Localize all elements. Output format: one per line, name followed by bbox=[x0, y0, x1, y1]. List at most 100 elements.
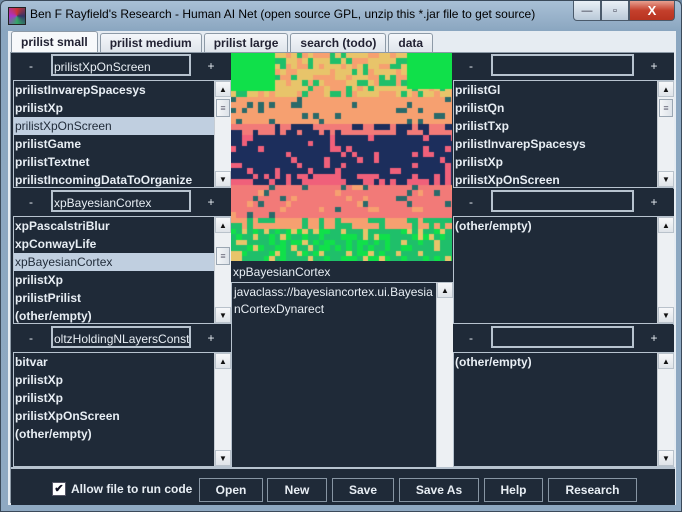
prilist-name-field[interactable]: prilistXpOnScreen bbox=[51, 54, 191, 76]
list-item[interactable]: prilistXpOnScreen bbox=[14, 117, 214, 135]
add-button[interactable]: + bbox=[636, 326, 672, 350]
list-item[interactable]: (other/empty) bbox=[454, 217, 657, 235]
add-button[interactable]: + bbox=[193, 326, 229, 350]
client-area: prilist small prilist medium prilist lar… bbox=[8, 31, 676, 505]
list-scrollbar[interactable]: ▲ ▼ bbox=[657, 217, 674, 323]
list-item[interactable]: prilistInvarepSpacesys bbox=[14, 81, 214, 99]
scroll-down-icon[interactable]: ▼ bbox=[215, 171, 231, 187]
list-scrollbar[interactable]: ▲ ≡ ▼ bbox=[214, 217, 231, 323]
tab-prilist-small[interactable]: prilist small bbox=[11, 31, 98, 52]
list-item[interactable]: prilistXp bbox=[14, 389, 214, 407]
prilist-list[interactable]: xpPascalstriBlur xpConwayLife xpBayesianCo… bbox=[13, 216, 231, 324]
prilist-list[interactable]: bitvar prilistXp prilistXp prilistXpOnScree… bbox=[13, 352, 231, 467]
list-item[interactable]: prilistQn bbox=[454, 99, 657, 117]
help-button[interactable]: Help bbox=[484, 478, 543, 502]
scroll-up-icon[interactable]: ▲ bbox=[658, 353, 674, 369]
prilist-name-field[interactable] bbox=[491, 190, 634, 212]
list-item[interactable]: prilistXpOnScreen bbox=[14, 407, 214, 425]
allow-run-code-checkbox[interactable]: ✔ bbox=[52, 482, 66, 496]
scroll-up-icon[interactable]: ▲ bbox=[658, 217, 674, 233]
remove-button[interactable]: - bbox=[453, 326, 489, 350]
list-item[interactable]: xpPascalstriBlur bbox=[14, 217, 214, 235]
app-window: Ben F Rayfield's Research - Human AI Net… bbox=[0, 0, 682, 512]
scroll-down-icon[interactable]: ▼ bbox=[658, 307, 674, 323]
bayesian-cortex-visualization[interactable] bbox=[231, 53, 452, 261]
prilist-name-field[interactable]: xpBayesianCortex bbox=[51, 190, 191, 212]
list-item[interactable]: xpBayesianCortex bbox=[14, 253, 214, 271]
add-button[interactable]: + bbox=[193, 54, 229, 78]
left-prilist-panel-2: - xpBayesianCortex + xpPascalstriBlur xpConw… bbox=[11, 189, 231, 324]
scroll-thumb[interactable]: ≡ bbox=[659, 99, 673, 117]
allow-run-code-option[interactable]: ✔ Allow file to run code bbox=[52, 482, 192, 496]
scroll-down-icon[interactable]: ▼ bbox=[658, 450, 674, 466]
remove-button[interactable]: - bbox=[13, 190, 49, 214]
remove-button[interactable]: - bbox=[13, 54, 49, 78]
pixel-grid-canvas[interactable] bbox=[231, 53, 452, 261]
list-item[interactable]: prilistXp bbox=[454, 153, 657, 171]
list-item[interactable]: prilistIncomingDataToOrganize bbox=[14, 171, 214, 187]
title-bar[interactable]: Ben F Rayfield's Research - Human AI Net… bbox=[1, 1, 681, 29]
research-button[interactable]: Research bbox=[548, 478, 637, 502]
prilist-name-field[interactable]: oltzHoldingNLayersConst bbox=[51, 326, 191, 348]
list-item[interactable]: prilistGl bbox=[454, 81, 657, 99]
checkmark-icon: ✔ bbox=[54, 483, 64, 495]
list-item[interactable]: prilistXpOnScreen bbox=[454, 171, 657, 187]
prilist-name-field[interactable] bbox=[491, 326, 634, 348]
list-item[interactable]: prilistPrilist bbox=[14, 289, 214, 307]
add-button[interactable]: + bbox=[636, 190, 672, 214]
list-scrollbar[interactable]: ▲ ≡ ▼ bbox=[214, 81, 231, 187]
minimize-button[interactable]: — bbox=[573, 1, 601, 21]
list-item[interactable]: prilistTxp bbox=[454, 117, 657, 135]
minimize-icon: — bbox=[581, 4, 593, 17]
list-item[interactable]: (other/empty) bbox=[14, 425, 214, 443]
maximize-button[interactable]: ▫ bbox=[601, 1, 629, 21]
prilist-list[interactable]: prilistGl prilistQn prilistTxp prilistInvar… bbox=[453, 80, 674, 188]
scroll-up-icon[interactable]: ▲ bbox=[437, 282, 453, 298]
right-prilist-panel-2: - + (other/empty) ▲ ▼ bbox=[451, 189, 674, 324]
tab-search[interactable]: search (todo) bbox=[290, 33, 387, 52]
right-prilist-panel-1: - + prilistGl prilistQn prilistTxp prilistInv… bbox=[451, 53, 674, 188]
new-button[interactable]: New bbox=[267, 478, 327, 502]
list-scrollbar[interactable]: ▲ ≡ ▼ bbox=[657, 81, 674, 187]
close-button[interactable]: X bbox=[629, 1, 675, 21]
save-button[interactable]: Save bbox=[332, 478, 394, 502]
scroll-down-icon[interactable]: ▼ bbox=[215, 307, 231, 323]
prilist-name-field[interactable] bbox=[491, 54, 634, 76]
tab-prilist-medium[interactable]: prilist medium bbox=[99, 33, 202, 52]
scroll-down-icon[interactable]: ▼ bbox=[658, 171, 674, 187]
list-item[interactable]: (other/empty) bbox=[14, 307, 214, 323]
remove-button[interactable]: - bbox=[453, 190, 489, 214]
tab-prilist-large[interactable]: prilist large bbox=[203, 33, 289, 52]
scroll-down-icon[interactable]: ▼ bbox=[215, 450, 231, 466]
remove-button[interactable]: - bbox=[13, 326, 49, 350]
scroll-up-icon[interactable]: ▲ bbox=[215, 353, 231, 369]
add-button[interactable]: + bbox=[636, 54, 672, 78]
list-item[interactable]: bitvar bbox=[14, 353, 214, 371]
list-item[interactable]: xpConwayLife bbox=[14, 235, 214, 253]
list-item[interactable]: prilistXp bbox=[14, 271, 214, 289]
scroll-up-icon[interactable]: ▲ bbox=[215, 81, 231, 97]
prilist-list[interactable]: prilistInvarepSpacesys prilistXp prilistXp… bbox=[13, 80, 231, 188]
prilist-list[interactable]: (other/empty) ▲ ▼ bbox=[453, 216, 674, 324]
list-item[interactable]: prilistGame bbox=[14, 135, 214, 153]
list-item[interactable]: prilistXp bbox=[14, 99, 214, 117]
scroll-up-icon[interactable]: ▲ bbox=[215, 217, 231, 233]
save-as-button[interactable]: Save As bbox=[399, 478, 479, 502]
list-item[interactable]: prilistXp bbox=[14, 371, 214, 389]
list-item[interactable]: prilistTextnet bbox=[14, 153, 214, 171]
add-button[interactable]: + bbox=[193, 190, 229, 214]
window-title: Ben F Rayfield's Research - Human AI Net… bbox=[30, 7, 536, 21]
list-item[interactable]: (other/empty) bbox=[454, 353, 657, 371]
list-item[interactable]: prilistInvarepSpacesys bbox=[454, 135, 657, 153]
right-prilist-panel-3: - + (other/empty) ▲ ▼ bbox=[451, 325, 674, 467]
list-scrollbar[interactable]: ▲ ▼ bbox=[214, 353, 231, 466]
scroll-thumb[interactable]: ≡ bbox=[216, 247, 230, 265]
scroll-up-icon[interactable]: ▲ bbox=[658, 81, 674, 97]
list-scrollbar[interactable]: ▲ ▼ bbox=[657, 353, 674, 466]
remove-button[interactable]: - bbox=[453, 54, 489, 78]
prilist-list[interactable]: (other/empty) ▲ ▼ bbox=[453, 352, 674, 467]
scroll-thumb[interactable]: ≡ bbox=[216, 99, 230, 117]
close-icon: X bbox=[647, 3, 657, 18]
open-button[interactable]: Open bbox=[199, 478, 263, 502]
tab-data[interactable]: data bbox=[388, 33, 434, 52]
